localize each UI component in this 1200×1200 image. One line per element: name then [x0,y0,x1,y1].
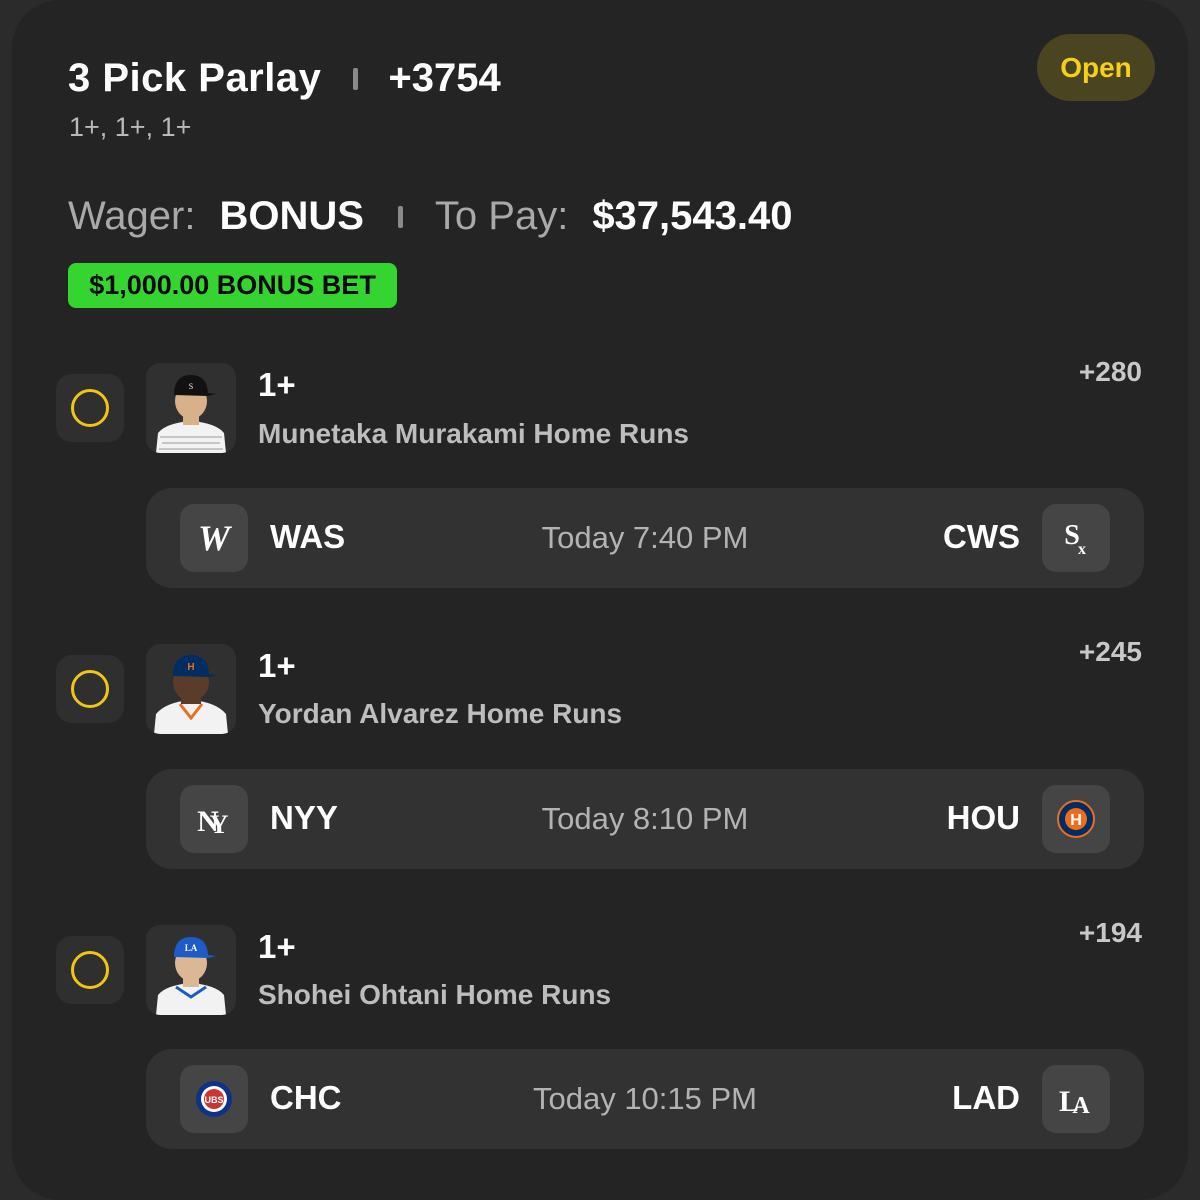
leg-line: 1+ [258,647,296,684]
to-pay-label: To Pay: [434,194,569,238]
astros-logo-icon: H [1042,785,1110,853]
svg-text:LA: LA [185,943,198,953]
bonus-bet-badge: $1,000.00 BONUS BET [68,263,397,308]
leg-line: 1+ [258,928,296,965]
wager-row: Wager: BONUS To Pay: $37,543.40 [68,194,793,239]
svg-text:A: A [1072,1093,1090,1119]
player-avatar: H [146,644,236,734]
home-team: CWS [943,518,1020,555]
svg-text:S: S [189,382,193,391]
leg-market: Munetaka Murakami Home Runs [258,418,689,449]
divider [397,205,403,228]
leg-odds: +194 [1078,917,1142,948]
status-badge: Open [1037,34,1155,101]
matchup-bar[interactable]: NY NYY Today 8:10 PM HOU H [146,769,1144,869]
pending-circle-icon [71,951,109,989]
parlay-card[interactable]: 3 Pick Parlay +3754 1+, 1+, 1+ Open Wage… [12,0,1188,1200]
parlay-header: 3 Pick Parlay +3754 [68,56,501,101]
parlay-leg[interactable]: H 1+ Yordan Alvarez Home Runs +245 NY NY… [12,636,1188,903]
leg-market: Shohei Ohtani Home Runs [258,979,612,1010]
dodgers-logo-icon: LA [1042,1065,1110,1133]
parlay-total-odds: +3754 [388,56,501,100]
leg-line: 1+ [258,366,296,403]
matchup-bar[interactable]: W WAS Today 7:40 PM CWS Sx [146,488,1144,588]
pending-circle-icon [71,389,109,427]
home-team: LAD [952,1079,1020,1116]
leg-status-indicator[interactable] [56,374,124,442]
leg-status-indicator[interactable] [56,655,124,723]
svg-text:H: H [1070,812,1082,829]
player-avatar: LA [146,925,236,1015]
white-sox-logo-icon: Sx [1042,504,1110,572]
parlay-title: 3 Pick Parlay [68,56,322,100]
leg-status-indicator[interactable] [56,936,124,1004]
parlay-leg[interactable]: LA 1+ Shohei Ohtani Home Runs +194 UBS C… [12,917,1188,1184]
matchup-bar[interactable]: UBS CHC Today 10:15 PM LAD LA [146,1049,1144,1149]
player-avatar: S [146,363,236,453]
pending-circle-icon [71,670,109,708]
wager-label: Wager: [68,194,196,238]
to-pay-value: $37,543.40 [592,194,793,238]
leg-odds: +280 [1078,356,1142,387]
svg-text:x: x [1078,541,1086,558]
wager-value: BONUS [219,194,364,238]
parlay-subtitle: 1+, 1+, 1+ [69,112,192,142]
home-team: HOU [946,799,1020,836]
leg-market: Yordan Alvarez Home Runs [258,698,623,729]
svg-text:H: H [187,662,194,673]
divider [353,67,359,90]
leg-odds: +245 [1078,636,1142,667]
parlay-leg[interactable]: S 1+ Munetaka Murakami Home Runs +280 W … [12,356,1188,622]
